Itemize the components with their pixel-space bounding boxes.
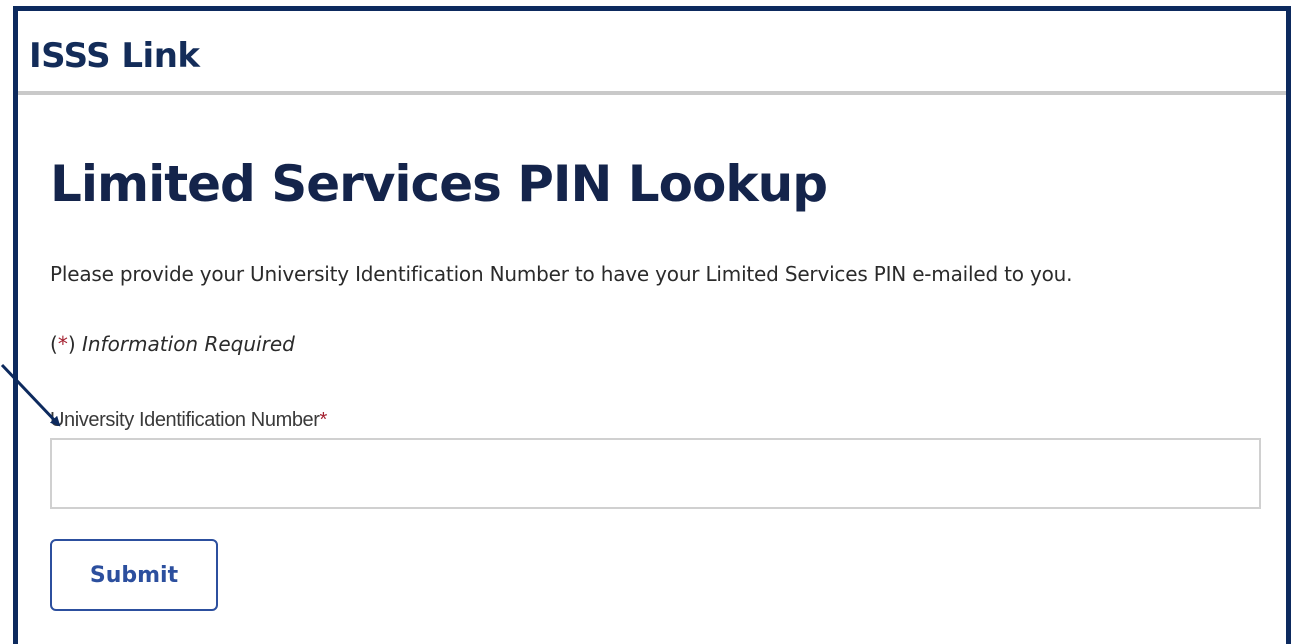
- uid-field-label: University Identification Number*: [50, 408, 327, 432]
- required-note-text: Information Required: [81, 332, 295, 356]
- required-note-close-paren: ): [67, 332, 76, 356]
- page-title: Limited Services PIN Lookup: [50, 155, 828, 213]
- required-note: (*) Information Required: [50, 331, 295, 357]
- instructions-text: Please provide your University Identific…: [50, 262, 1073, 286]
- page-frame: ISSS Link Limited Services PIN Lookup Pl…: [13, 6, 1291, 644]
- uid-required-star: *: [319, 409, 328, 431]
- submit-button[interactable]: Submit: [50, 539, 218, 611]
- app-title: ISSS Link: [29, 36, 200, 76]
- university-id-input[interactable]: [50, 438, 1261, 509]
- app-header: ISSS Link: [18, 11, 1286, 95]
- uid-field-label-text: University Identification Number: [50, 409, 320, 431]
- required-star: *: [57, 332, 68, 356]
- required-note-open-paren: (: [50, 332, 58, 356]
